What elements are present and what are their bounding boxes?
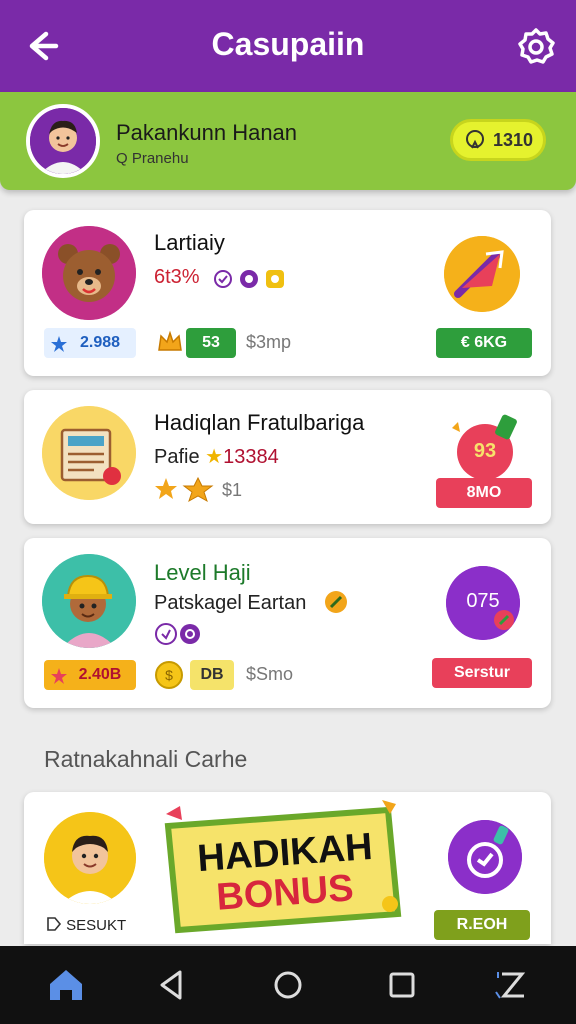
bear-avatar: [42, 226, 136, 320]
claim-bonus-button[interactable]: R.EOH: [434, 910, 530, 940]
score-value: 53: [202, 334, 220, 351]
reward-card-1[interactable]: Lartiaiy 6t3% 2.988 53 $3mp € 6KG: [24, 210, 551, 376]
claim-button[interactable]: € 6KG: [436, 328, 532, 358]
crown-icon: [156, 328, 184, 356]
assistant-icon[interactable]: [492, 966, 532, 1004]
reward-card-2[interactable]: Hadiqlan Fratulbariga Pafie ★13384 $1 93…: [24, 390, 551, 524]
star-icon: ★: [205, 446, 224, 468]
gear-icon[interactable]: [516, 26, 556, 66]
card-meta: $1: [222, 480, 243, 500]
rating-chip: 2.988: [44, 328, 136, 358]
card-percentage: 6t3%: [154, 266, 200, 288]
score-chip: 53: [186, 328, 236, 358]
card-title: Level Haji: [154, 560, 251, 585]
system-nav-bar: [0, 946, 576, 1024]
app-title: Casupaiin: [211, 26, 365, 62]
card-meta: $3mp: [246, 332, 292, 352]
card-detail: Patskagel Eartan: [154, 592, 307, 614]
card-meta: $Smo: [246, 664, 294, 684]
star-icon: [50, 334, 68, 352]
arrow-target-icon: [444, 236, 520, 312]
profile-subtitle: Q Pranehu: [116, 150, 189, 167]
profile-header[interactable]: Pakankunn Hanan Q Pranehu 1310: [0, 92, 576, 190]
coin-icon: $: [154, 660, 184, 690]
status-icons: [214, 268, 290, 290]
badge-value: 075: [466, 590, 500, 612]
user-avatar[interactable]: [26, 104, 100, 178]
worker-avatar: [42, 554, 136, 648]
boy-avatar: [44, 812, 136, 904]
rating-value: 2.40B: [78, 666, 122, 683]
card-detail: Pafie ★13384: [154, 444, 279, 469]
card-title: Lartiaiy: [154, 230, 225, 255]
home-circle-icon[interactable]: [268, 966, 308, 1004]
claim-button[interactable]: 8MO: [436, 478, 532, 508]
card-title: Hadiqlan Fratulbariga: [154, 410, 365, 435]
profile-name: Pakankunn Hanan: [116, 120, 298, 145]
badge-value: 93: [473, 440, 497, 462]
card-detail-prefix: Pafie: [154, 446, 200, 468]
points-value: 1310: [493, 130, 534, 150]
avatar-label: SESUKT: [46, 916, 126, 940]
coin-icon: [463, 128, 487, 152]
card-detail-value: 13384: [223, 446, 279, 468]
score-value: DB: [200, 666, 224, 683]
recents-square-icon[interactable]: [382, 966, 422, 1004]
back-triangle-icon[interactable]: [152, 966, 192, 1004]
bonus-card[interactable]: SESUKT HADIKAH BONUS R.EOH: [24, 792, 551, 944]
score-badge: 075: [446, 566, 520, 640]
points-badge[interactable]: 1310: [450, 119, 546, 161]
reward-card-3[interactable]: Level Haji Patskagel Eartan 2.40B $ DB $…: [24, 538, 551, 708]
bonus-banner[interactable]: HADIKAH BONUS: [160, 796, 406, 942]
trophy-badge: 93: [442, 408, 528, 480]
rating-chip: 2.40B: [44, 660, 136, 690]
avatar-label-text: SESUKT: [66, 917, 127, 934]
claim-button[interactable]: Serstur: [432, 658, 532, 688]
score-chip: DB: [190, 660, 234, 690]
svg-text:$: $: [165, 667, 173, 683]
gift-badge-icon: [448, 820, 522, 894]
top-app-bar: Casupaiin: [0, 0, 576, 92]
rating-value: 2.988: [79, 334, 121, 351]
tag-icon: [46, 916, 62, 932]
tag-icons: [154, 622, 204, 646]
star-icon: [50, 666, 68, 684]
section-title: Ratnakahnali Carhe: [44, 746, 248, 772]
home-icon[interactable]: [46, 966, 86, 1004]
edit-icon: [324, 590, 348, 614]
document-illustration: [42, 406, 136, 500]
medal-icons: [154, 476, 218, 504]
